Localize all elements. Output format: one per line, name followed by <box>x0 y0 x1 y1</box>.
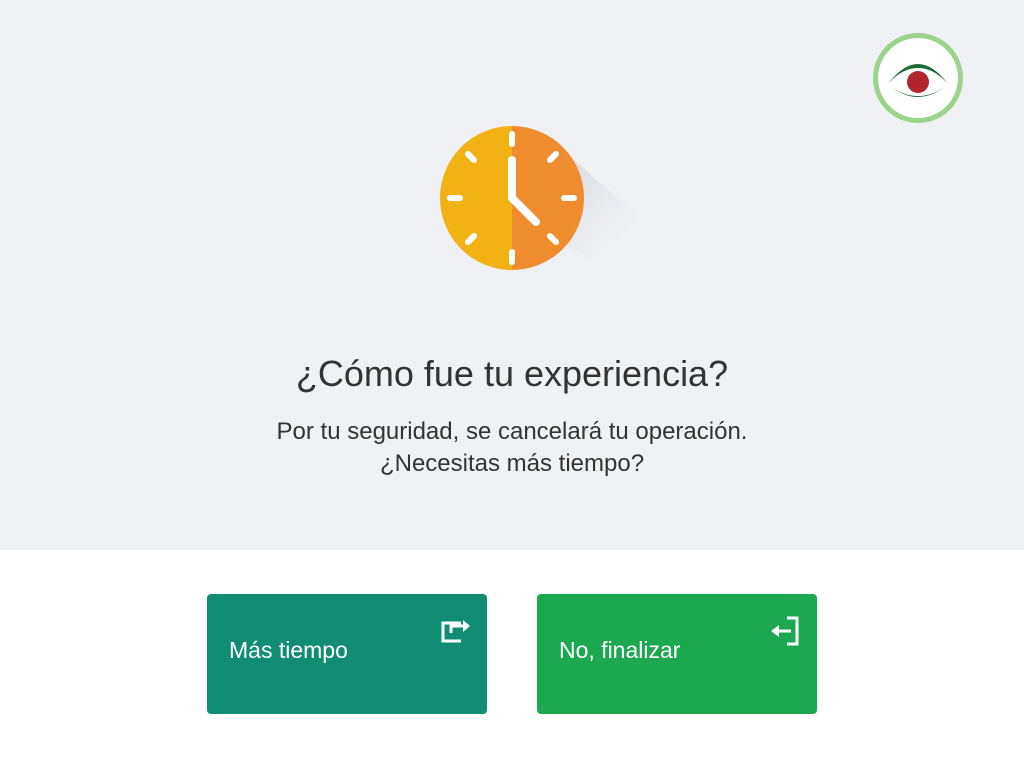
bank-logo <box>872 32 964 124</box>
exit-arrow-icon <box>771 616 799 646</box>
clock-icon <box>430 118 650 288</box>
dialog-message-line-1: Por tu seguridad, se cancelará tu operac… <box>276 418 748 445</box>
share-arrow-icon <box>441 620 470 643</box>
more-time-button[interactable]: Más tiempo <box>207 594 487 714</box>
more-time-label: Más tiempo <box>229 637 348 663</box>
bank-eye-logo-icon <box>873 33 963 123</box>
finish-button[interactable]: No, finalizar <box>537 594 817 714</box>
finish-label: No, finalizar <box>559 637 681 663</box>
bottom-panel <box>0 550 1024 768</box>
dialog-message-line-2: ¿Necesitas más tiempo? <box>379 450 645 477</box>
top-panel: ¿Cómo fue tu experiencia? Por tu segurid… <box>0 0 1024 550</box>
dialog-title: ¿Cómo fue tu experiencia? <box>295 353 729 394</box>
